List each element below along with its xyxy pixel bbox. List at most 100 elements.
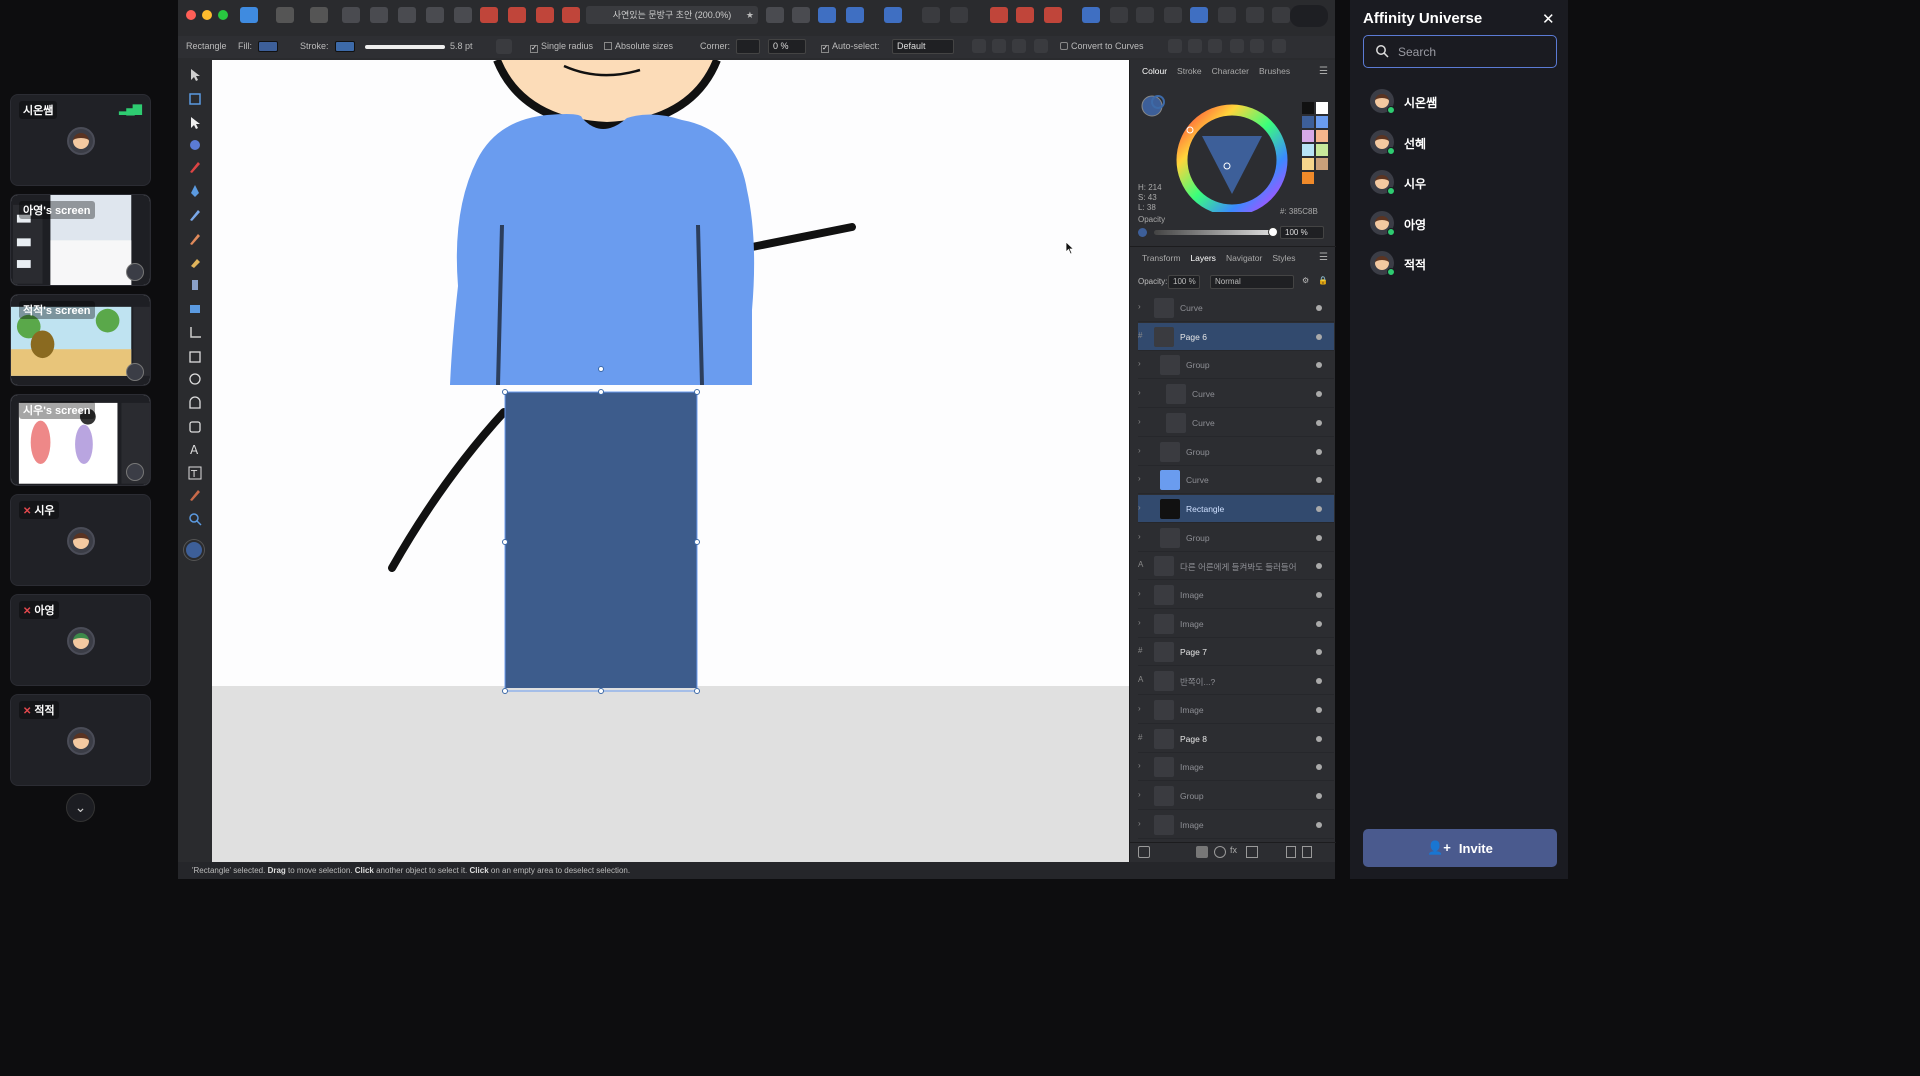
align-bottom-icon[interactable] [1272,39,1286,53]
member-item[interactable]: 시온쌤 [1370,89,1550,117]
canvas[interactable] [212,60,1129,862]
opacity-slider-handle[interactable] [1268,227,1278,237]
member-item[interactable]: 선혜 [1370,129,1550,158]
align-middle-icon[interactable] [1250,39,1264,53]
corner-tool[interactable] [188,138,202,152]
auto-select-checkbox[interactable]: ✓ Auto-select: [821,41,880,53]
tab-colour[interactable]: Colour [1142,66,1167,76]
absolute-sizes-checkbox[interactable]: Absolute sizes [604,41,673,51]
universe-icon[interactable] [1272,7,1290,23]
bounding-box-icon[interactable] [992,39,1006,53]
single-radius-checkbox[interactable]: ✓ Single radius [530,41,593,53]
participant-tile-sion[interactable]: 시온쌤 ▂▄▆ [10,94,151,186]
align-top-icon[interactable] [1230,39,1244,53]
layer-row[interactable]: # Page 8 [1138,725,1334,753]
layer-row[interactable]: A 반쪽이...? [1138,667,1334,696]
layer-row[interactable]: › Image [1138,811,1334,839]
visibility-toggle-icon[interactable] [1316,362,1322,369]
shape-tool[interactable] [188,420,202,434]
layer-fx-icon[interactable] [1110,7,1128,23]
pencil-tool[interactable] [188,160,202,174]
frame-text-tool[interactable]: T [188,466,202,480]
visibility-toggle-icon[interactable] [1316,391,1322,398]
fill-color-well[interactable] [184,540,204,560]
layer-row[interactable]: › Group [1138,524,1334,552]
zoom-tool[interactable] [188,512,202,526]
settings-icon[interactable] [342,7,360,23]
persona-pixel-icon[interactable] [276,7,294,23]
visibility-toggle-icon[interactable] [1316,333,1322,340]
member-item[interactable]: 아영 [1370,210,1550,239]
auto-select-dropdown[interactable]: Default [892,39,954,54]
fx-icon[interactable]: fx [1230,845,1237,855]
screen-share-tile-ayoung[interactable]: 아영's screen [10,194,151,286]
character-drawing[interactable] [212,60,1129,862]
tab-brushes[interactable]: Brushes [1259,66,1290,76]
chat-icon[interactable] [1246,7,1264,23]
ellipse-tool[interactable] [188,372,202,386]
gear-icon[interactable]: ⚙ [1302,276,1309,285]
comment-icon[interactable] [1218,7,1236,23]
flip-vertical-icon[interactable] [792,7,810,23]
move-tool[interactable] [188,68,202,82]
panel-menu-icon[interactable]: ☰ [1319,66,1328,77]
pen-tool[interactable] [188,184,202,198]
affinity-designer-icon[interactable] [240,7,258,23]
add-layer-icon[interactable] [1138,846,1150,858]
visibility-toggle-icon[interactable] [1316,563,1322,570]
visibility-toggle-icon[interactable] [1316,649,1322,656]
close-window-button[interactable] [186,10,196,20]
rotate-left-icon[interactable] [818,7,836,23]
layer-icon[interactable] [1082,7,1100,23]
insert-inside-icon[interactable] [922,7,940,23]
adjustment-layer-icon[interactable] [1214,846,1226,858]
stroke-settings-icon[interactable] [496,39,512,54]
artboard-tool[interactable] [188,92,202,106]
visibility-toggle-icon[interactable] [1316,792,1322,799]
color-picker-tool[interactable] [188,488,202,502]
transform-icon[interactable] [454,7,472,23]
document-title[interactable]: 사연있는 문방구 초안 (200.0%) ★ [586,6,758,24]
layer-row[interactable]: › Curve [1138,466,1334,495]
visibility-toggle-icon[interactable] [1316,678,1322,685]
layer-row[interactable]: › Group [1138,438,1334,466]
visibility-toggle-icon[interactable] [1316,620,1322,627]
adjustment-icon[interactable] [1164,7,1182,23]
search-input[interactable] [1398,43,1548,61]
stroke-width-value[interactable]: 5.8 pt [450,41,473,51]
rotate-right-icon[interactable] [846,7,864,23]
visibility-toggle-icon[interactable] [1316,735,1322,742]
transform-origin-icon[interactable] [972,39,986,53]
member-item[interactable]: 시우 [1370,170,1550,198]
layer-row[interactable]: › Image [1138,753,1334,782]
member-item[interactable]: 적적 [1370,251,1550,279]
stroke-width-slider[interactable] [365,45,445,49]
invite-button[interactable]: 👤+ Invite [1363,829,1557,867]
layer-row[interactable]: A 다른 어른에게 들켜봐도 들러들어 [1138,552,1334,581]
boolean-xor-icon[interactable] [562,7,580,23]
flip-horizontal-icon[interactable] [766,7,784,23]
visibility-toggle-icon[interactable] [1316,764,1322,771]
rounded-rectangle-tool[interactable] [188,396,202,410]
participant-tile-jeokjeok[interactable]: ✕ 적적 [10,694,151,786]
duplicate-layer-icon[interactable] [1286,846,1296,858]
visibility-toggle-icon[interactable] [1316,534,1322,541]
visibility-toggle-icon[interactable] [1316,505,1322,512]
visibility-toggle-icon[interactable] [1316,592,1322,598]
grid-icon[interactable] [990,7,1008,23]
boolean-add-icon[interactable] [480,7,498,23]
layer-opacity-field[interactable]: 100 % [1168,275,1200,289]
brush-tool[interactable] [188,232,202,246]
tab-layers[interactable]: Layers [1190,253,1216,263]
visibility-toggle-icon[interactable] [1316,477,1322,484]
visibility-toggle-icon[interactable] [1316,821,1322,828]
select-icon[interactable] [1034,39,1048,53]
maximize-window-button[interactable] [218,10,228,20]
participant-tile-ayoung[interactable]: ✕ 아영 [10,594,151,686]
align-left-icon[interactable] [1168,39,1182,53]
trash-icon[interactable] [1302,846,1312,858]
snapping-icon[interactable] [370,7,388,23]
fill-swatch[interactable] [258,41,278,52]
tab-character[interactable]: Character [1212,66,1249,76]
rectangle-tool[interactable] [188,350,202,364]
